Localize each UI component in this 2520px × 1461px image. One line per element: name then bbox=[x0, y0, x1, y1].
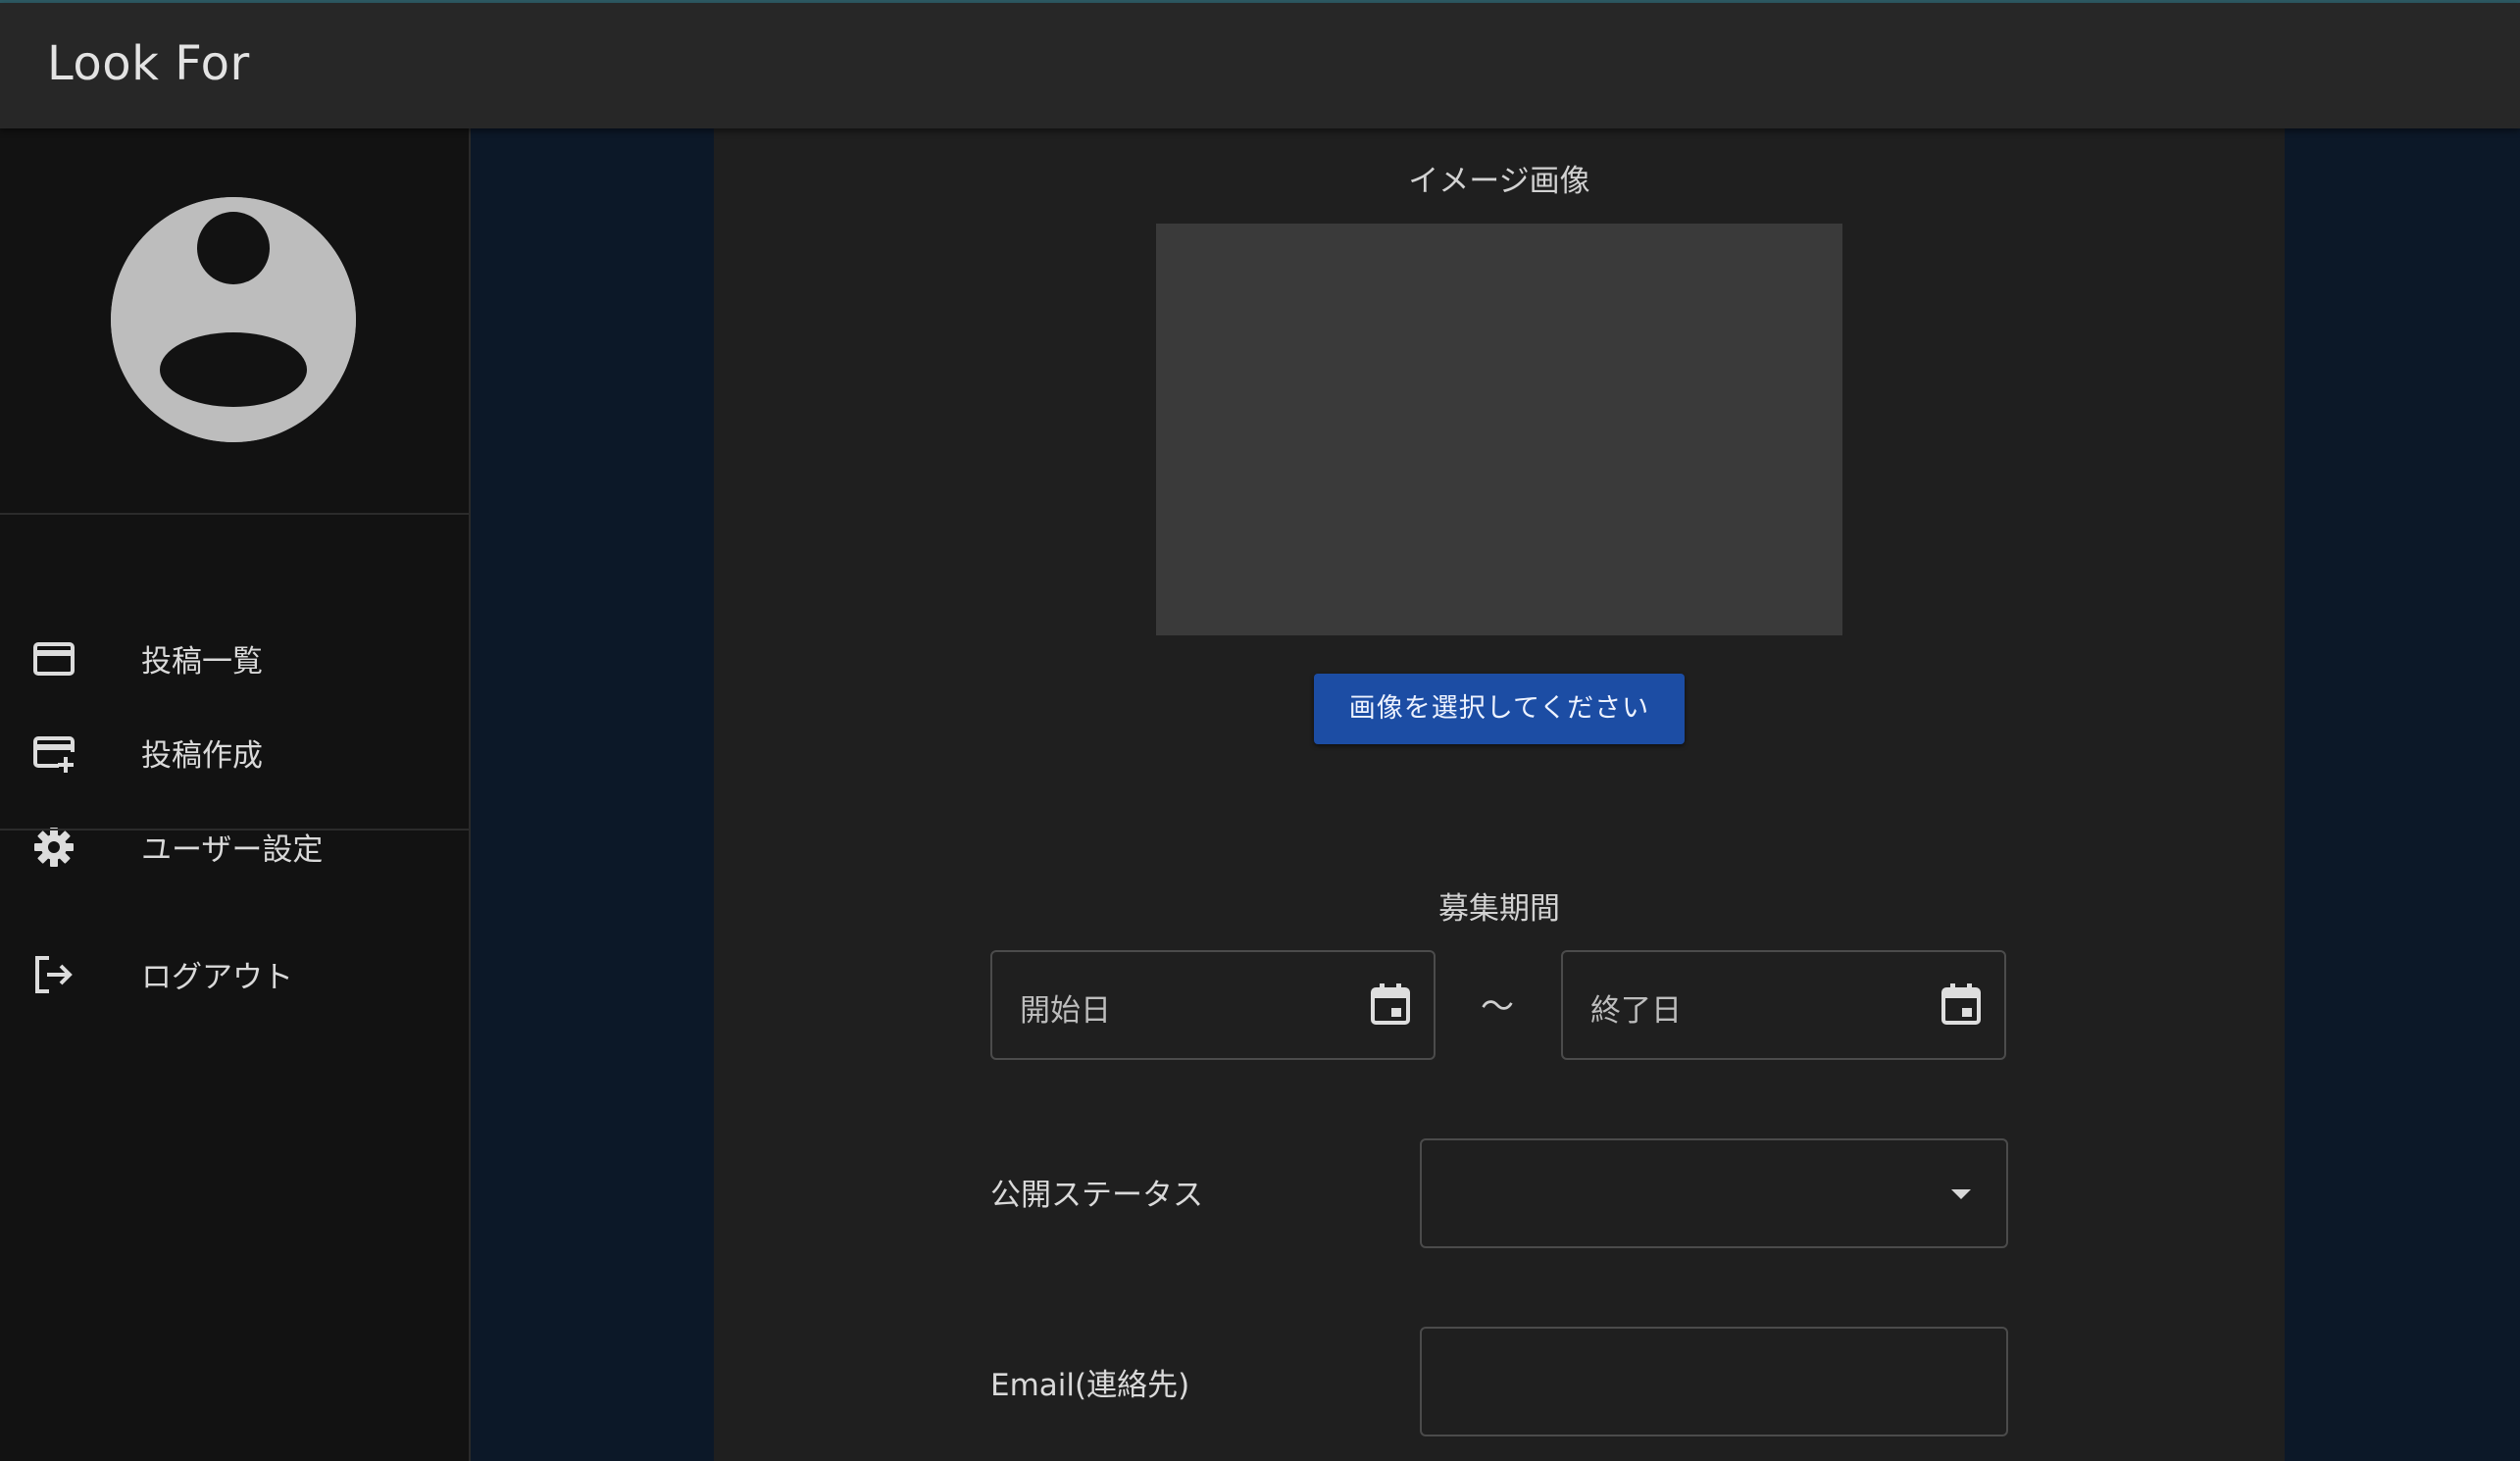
end-date-placeholder: 終了日 bbox=[1590, 993, 1682, 1029]
sidebar: 投稿一覧 投稿作成 ユーザー設定 ログアウト bbox=[0, 128, 471, 1461]
sidebar-item-label: 投稿作成 bbox=[141, 738, 263, 774]
email-field[interactable] bbox=[1420, 1327, 2008, 1436]
card-icon bbox=[31, 636, 76, 681]
calendar-icon[interactable] bbox=[1369, 982, 1412, 1027]
sidebar-item-label: 投稿一覧 bbox=[141, 644, 263, 680]
sidebar-item-user-settings[interactable]: ユーザー設定 bbox=[0, 799, 469, 893]
sidebar-item-label: ログアウト bbox=[141, 960, 293, 995]
card-plus-icon bbox=[31, 730, 76, 776]
logout-icon bbox=[31, 952, 76, 997]
app-root: Look For 投稿一覧 投稿作成 ユーザー設定 ログアウト イメージ画像 画… bbox=[0, 0, 2520, 1461]
start-date-placeholder: 開始日 bbox=[1020, 993, 1111, 1029]
range-separator: 〜 bbox=[1481, 987, 1514, 1027]
start-date-field[interactable]: 開始日 bbox=[990, 950, 1436, 1060]
chevron-down-icon bbox=[1951, 1189, 1971, 1199]
avatar[interactable] bbox=[111, 197, 356, 442]
end-date-field[interactable]: 終了日 bbox=[1561, 950, 2006, 1060]
app-bar: Look For bbox=[0, 3, 2520, 128]
image-section-label: イメージ画像 bbox=[1408, 164, 1590, 199]
post-form-panel: イメージ画像 画像を選択してください 募集期間 開始日 〜 終了日 公開ステータ… bbox=[714, 128, 2285, 1461]
gear-icon bbox=[31, 825, 76, 870]
status-select[interactable] bbox=[1420, 1138, 2008, 1248]
avatar-section bbox=[0, 128, 469, 515]
sidebar-item-label: ユーザー設定 bbox=[141, 832, 324, 868]
period-label: 募集期間 bbox=[1438, 891, 1560, 927]
user-avatar-icon bbox=[111, 197, 356, 442]
email-label: Email(連絡先) bbox=[990, 1368, 1190, 1403]
sidebar-item-create-post[interactable]: 投稿作成 bbox=[0, 705, 469, 799]
image-preview bbox=[1156, 224, 1842, 635]
app-title: Look For bbox=[47, 36, 250, 91]
sidebar-divider bbox=[0, 829, 469, 831]
select-image-button[interactable]: 画像を選択してください bbox=[1314, 674, 1685, 744]
sidebar-item-logout[interactable]: ログアウト bbox=[0, 927, 469, 1021]
sidebar-item-post-list[interactable]: 投稿一覧 bbox=[0, 611, 469, 705]
calendar-icon[interactable] bbox=[1940, 982, 1983, 1027]
status-label: 公開ステータス bbox=[990, 1178, 1203, 1213]
